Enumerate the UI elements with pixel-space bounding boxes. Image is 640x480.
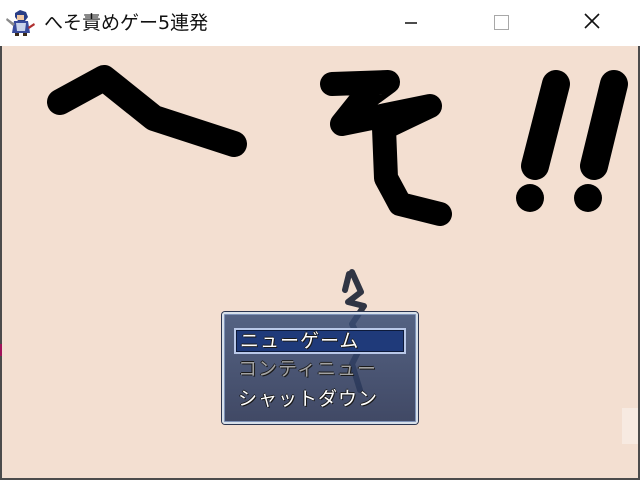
game-character-icon xyxy=(6,9,36,37)
command-new-game[interactable]: ニューゲーム xyxy=(234,328,406,354)
close-icon xyxy=(584,13,600,29)
scroll-handle[interactable] xyxy=(622,408,638,444)
window-titlebar[interactable]: へそ責めゲー5連発 xyxy=(0,0,640,46)
command-continue[interactable]: コンティニュー xyxy=(234,356,406,382)
maximize-icon xyxy=(494,15,509,30)
window-title: へそ責めゲー5連発 xyxy=(44,12,209,34)
command-shutdown[interactable]: シャットダウン xyxy=(234,386,406,412)
maximize-button[interactable] xyxy=(479,0,525,46)
close-button[interactable] xyxy=(569,0,615,46)
minimize-icon xyxy=(405,22,417,24)
title-command-window: ニューゲーム コンティニュー シャットダウン xyxy=(222,312,418,424)
minimize-button[interactable] xyxy=(388,0,434,46)
